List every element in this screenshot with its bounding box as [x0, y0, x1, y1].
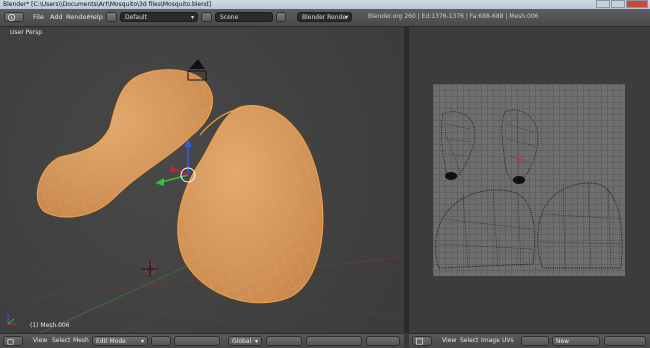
viewport-3d-header: View Select Mesh Edit Mode Global: [0, 333, 404, 348]
menu-file[interactable]: File: [33, 13, 44, 21]
menu-uv-view[interactable]: View: [442, 337, 456, 344]
info-icon: [7, 13, 16, 22]
info-header: File Add Render Help Default Scene Blend…: [0, 9, 650, 27]
snap-buttons[interactable]: [366, 336, 400, 346]
editor-type-uv-button[interactable]: [412, 336, 432, 346]
select-mode-buttons[interactable]: [306, 336, 362, 346]
close-button[interactable]: [626, 0, 648, 8]
new-image-button[interactable]: New: [552, 336, 600, 346]
3d-cursor[interactable]: [142, 261, 158, 277]
menu-render[interactable]: Render: [66, 13, 89, 21]
menu-image[interactable]: Image: [481, 337, 500, 344]
uv-islands[interactable]: [433, 84, 625, 276]
cube-icon: [7, 339, 14, 345]
screen-layout-select[interactable]: Default: [120, 12, 198, 23]
scene-icon[interactable]: [201, 12, 212, 22]
uv-island-right-top[interactable]: [501, 109, 539, 184]
scene-stats: Blender.org 260 | Ed:1376-1376 | Fa:688-…: [368, 13, 539, 20]
viewport-3d[interactable]: User Persp (1) Mesh.006: [0, 27, 404, 333]
menu-uvs[interactable]: UVs: [502, 337, 514, 344]
shading-select[interactable]: [151, 336, 171, 346]
uv-island-left-top[interactable]: [440, 111, 476, 180]
layer-buttons[interactable]: [266, 336, 302, 346]
maximize-button[interactable]: [611, 0, 625, 8]
pivot-buttons[interactable]: [174, 336, 220, 346]
uv-grid-image: [433, 84, 625, 276]
image-icon: [415, 338, 424, 345]
image-browse-button[interactable]: [521, 336, 549, 346]
render-engine-select[interactable]: Blender Render: [297, 12, 352, 23]
active-object-name: (1) Mesh.006: [30, 322, 70, 329]
menu-uv-select[interactable]: Select: [460, 337, 479, 344]
menu-mesh[interactable]: Mesh: [73, 337, 89, 344]
uv-editor[interactable]: [409, 27, 650, 333]
minimize-button[interactable]: [596, 0, 610, 8]
scene-add-button[interactable]: [276, 12, 286, 22]
editor-type-button[interactable]: [4, 12, 24, 22]
editor-type-3d-button[interactable]: [3, 336, 23, 346]
orientation-select[interactable]: Global: [228, 336, 262, 346]
window-titlebar: Blender* [C:\Users\\Documents\Art\Mosqui…: [0, 0, 650, 9]
uv-editor-header: View Select Image UVs New: [409, 333, 650, 348]
menu-help[interactable]: Help: [88, 13, 103, 21]
screen-layout-icon[interactable]: [106, 12, 117, 22]
mesh-object[interactable]: [36, 69, 324, 304]
viewport-scene: [0, 59, 404, 333]
uv-island-right-bottom[interactable]: [537, 181, 624, 269]
view-label: User Persp: [10, 29, 43, 36]
axis-gizmo: [7, 314, 17, 325]
scene-select[interactable]: Scene: [215, 12, 273, 22]
window-title: Blender* [C:\Users\\Documents\Art\Mosqui…: [3, 1, 212, 8]
menu-view[interactable]: View: [33, 337, 47, 344]
mode-select[interactable]: Edit Mode: [92, 336, 148, 346]
window-controls: [596, 0, 648, 8]
menu-add[interactable]: Add: [50, 13, 63, 21]
uv-tool-buttons[interactable]: [604, 336, 646, 346]
menu-select[interactable]: Select: [52, 337, 71, 344]
uv-island-left-bottom[interactable]: [435, 189, 535, 269]
